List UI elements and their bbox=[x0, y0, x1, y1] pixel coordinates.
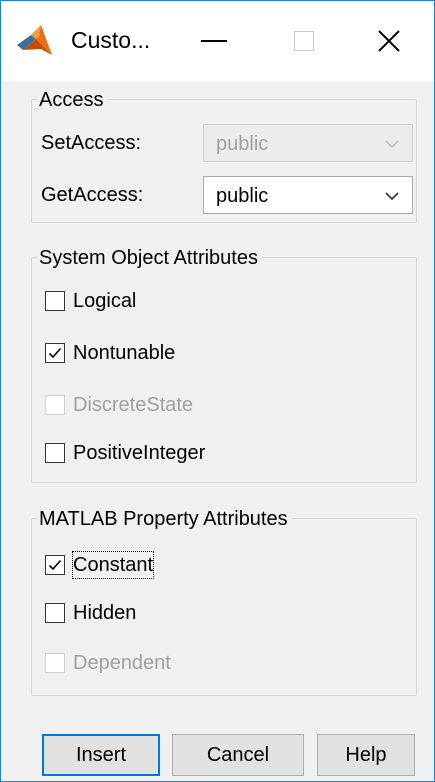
setaccess-label: SetAccess: bbox=[41, 132, 142, 154]
maximize-icon bbox=[294, 31, 314, 51]
positiveinteger-label: PositiveInteger bbox=[73, 442, 206, 464]
hidden-label: Hidden bbox=[73, 602, 137, 624]
logical-checkbox-row[interactable]: Logical bbox=[45, 286, 136, 316]
positiveinteger-checkbox-row[interactable]: PositiveInteger bbox=[45, 438, 205, 468]
nontunable-checkbox-row[interactable]: Nontunable bbox=[45, 338, 175, 368]
constant-label: Constant bbox=[71, 551, 155, 579]
close-icon bbox=[378, 30, 400, 52]
maximize-button[interactable] bbox=[259, 1, 349, 81]
dependent-checkbox bbox=[45, 653, 65, 673]
constant-checkbox[interactable] bbox=[45, 555, 65, 575]
chevron-down-icon bbox=[385, 192, 399, 201]
setaccess-dropdown: public bbox=[203, 124, 413, 162]
cancel-button[interactable]: Cancel bbox=[172, 734, 304, 776]
getaccess-value: public bbox=[216, 185, 269, 207]
logical-label: Logical bbox=[73, 290, 137, 312]
chevron-down-icon bbox=[385, 140, 399, 149]
logical-checkbox[interactable] bbox=[45, 291, 65, 311]
setaccess-value: public bbox=[216, 133, 269, 155]
close-button[interactable] bbox=[344, 1, 434, 81]
nontunable-label: Nontunable bbox=[73, 342, 176, 364]
constant-checkbox-row[interactable]: Constant bbox=[45, 550, 155, 580]
nontunable-checkbox[interactable] bbox=[45, 343, 65, 363]
matlab-logo-icon bbox=[17, 25, 52, 55]
help-button[interactable]: Help bbox=[317, 734, 415, 776]
matlab-property-attributes-legend: MATLAB Property Attributes bbox=[37, 506, 292, 532]
hidden-checkbox[interactable] bbox=[45, 603, 65, 623]
minimize-button[interactable] bbox=[169, 1, 259, 81]
dialog-window: Custo... Access SetAccess: public GetAcc… bbox=[0, 0, 435, 782]
access-legend: Access bbox=[37, 87, 108, 113]
discretestate-label: DiscreteState bbox=[73, 394, 194, 416]
dependent-checkbox-row: Dependent bbox=[45, 648, 171, 678]
dependent-label: Dependent bbox=[73, 652, 171, 674]
insert-button[interactable]: Insert bbox=[42, 734, 160, 776]
system-object-attributes-legend: System Object Attributes bbox=[37, 245, 262, 271]
hidden-checkbox-row[interactable]: Hidden bbox=[45, 598, 136, 628]
window-title: Custo... bbox=[71, 27, 151, 53]
checkmark-icon bbox=[48, 347, 62, 359]
positiveinteger-checkbox[interactable] bbox=[45, 443, 65, 463]
checkmark-icon bbox=[48, 559, 62, 571]
discretestate-checkbox bbox=[45, 395, 65, 415]
title-bar[interactable]: Custo... bbox=[1, 1, 434, 81]
getaccess-label: GetAccess: bbox=[41, 184, 144, 206]
discretestate-checkbox-row: DiscreteState bbox=[45, 390, 193, 420]
getaccess-dropdown[interactable]: public bbox=[203, 176, 413, 214]
minimize-icon bbox=[201, 40, 227, 42]
